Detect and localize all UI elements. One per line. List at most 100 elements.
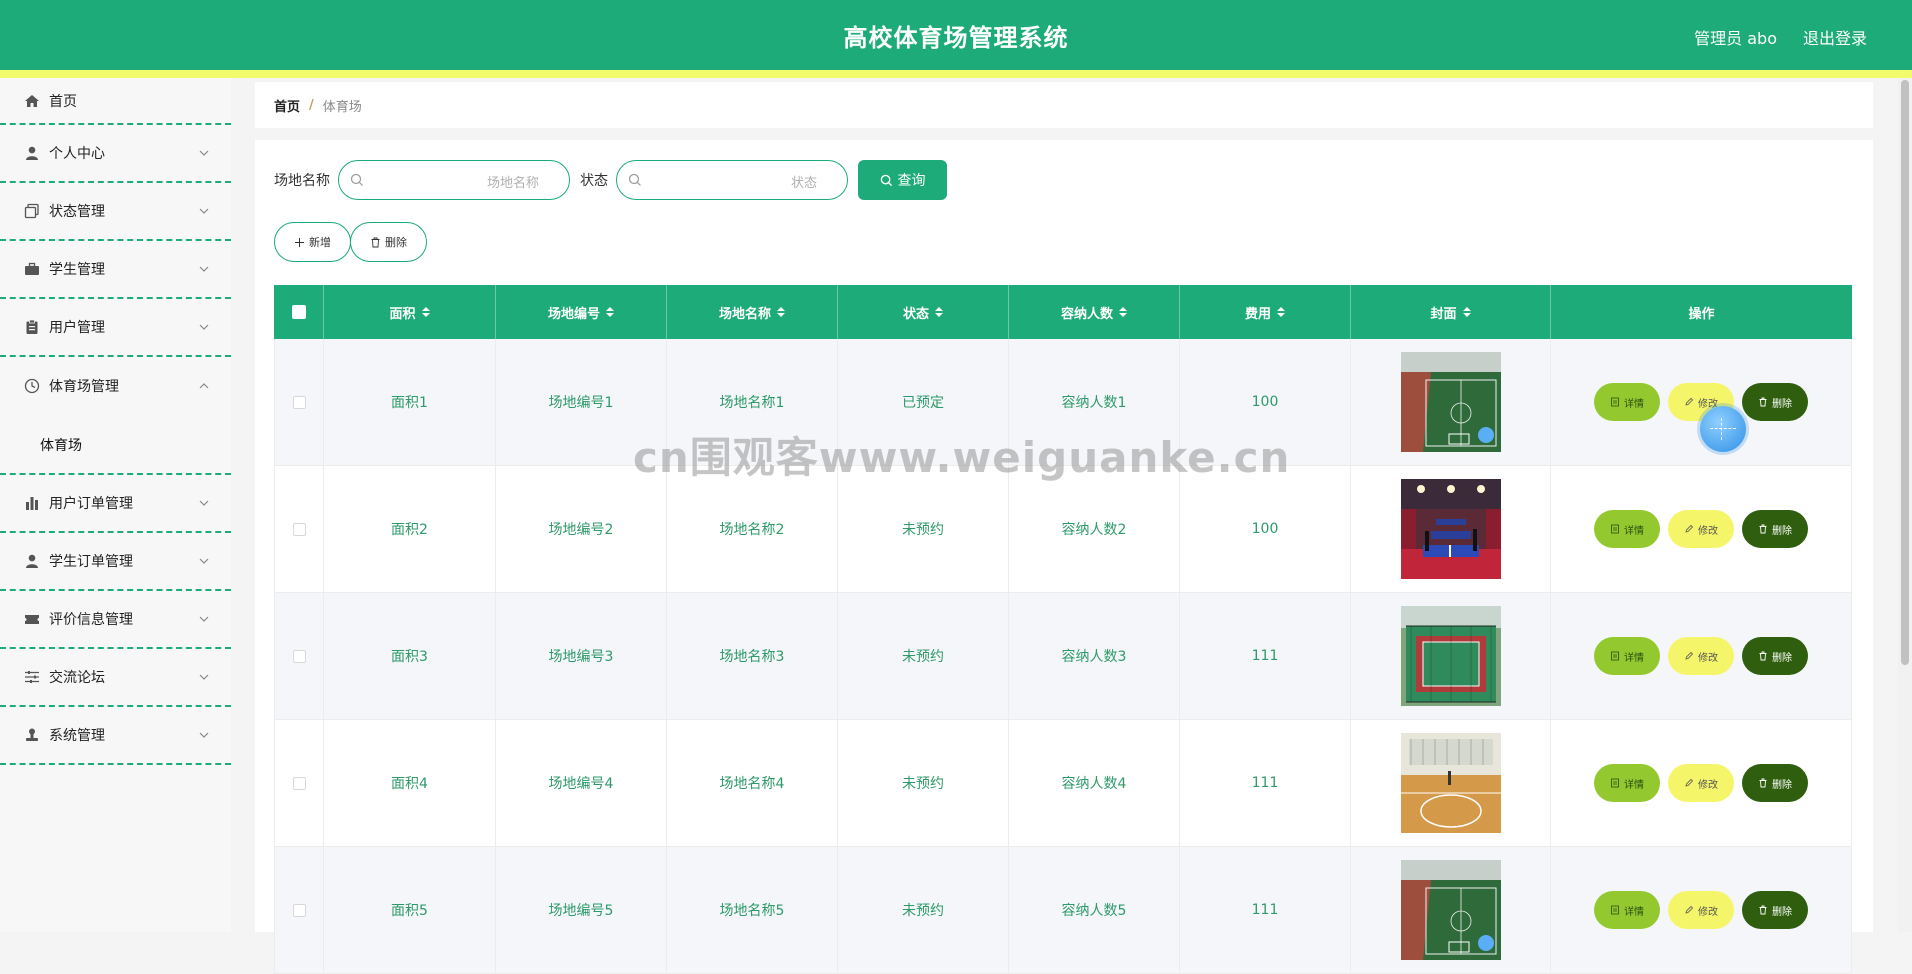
watermark: cn围观客www.weiguanke.cn bbox=[633, 433, 1291, 482]
sidebar-item-label: 评价信息管理 bbox=[49, 612, 133, 628]
cover-cell bbox=[1351, 593, 1551, 719]
sidebar-item-stadium-management[interactable]: 体育场管理 bbox=[0, 357, 231, 415]
sidebar-item-student-order-management[interactable]: 学生订单管理 bbox=[0, 533, 231, 591]
bar-chart-icon bbox=[24, 495, 40, 511]
header-area[interactable]: 面积 bbox=[324, 285, 496, 339]
table-row: 面积2 场地编号2 场地名称2 未预约 容纳人数2 100 详情 修改 删除 bbox=[274, 466, 1852, 593]
edit-button[interactable]: 修改 bbox=[1668, 891, 1734, 929]
cover-cell bbox=[1351, 339, 1551, 465]
venue-table: 面积 场地编号 场地名称 状态 容纳人数 费用 封面 操作 面积1 场地编号1 场地… bbox=[274, 285, 1852, 974]
scrollbar-thumb[interactable] bbox=[1901, 80, 1909, 665]
header-status[interactable]: 状态 bbox=[838, 285, 1009, 339]
venue-name-value: 场地名称3 bbox=[719, 649, 785, 665]
header-label: 操作 bbox=[1688, 306, 1715, 322]
header-fee[interactable]: 费用 bbox=[1180, 285, 1351, 339]
sidebar: 首页 个人中心 状态管理 学生管理 用户管理 体育场管理 体育场 用户订单管理 … bbox=[0, 78, 231, 932]
add-button[interactable]: 新增 bbox=[274, 222, 351, 262]
page-scrollbar[interactable] bbox=[1898, 78, 1912, 932]
sidebar-item-review-management[interactable]: 评价信息管理 bbox=[0, 591, 231, 649]
select-all-checkbox[interactable] bbox=[291, 305, 306, 319]
cover-image bbox=[1400, 860, 1501, 960]
breadcrumb-current: 体育场 bbox=[322, 99, 362, 115]
app-title: 高校体育场管理系统 bbox=[843, 24, 1069, 52]
sort-icon bbox=[606, 307, 614, 317]
delete-button-label: 删除 bbox=[1772, 525, 1792, 537]
operations-cell: 详情 修改 删除 bbox=[1551, 847, 1852, 973]
header-label: 状态 bbox=[902, 306, 929, 322]
floating-assistant-button[interactable] bbox=[1700, 406, 1746, 452]
area-value: 面积2 bbox=[391, 522, 428, 538]
area-cell: 面积2 bbox=[324, 466, 496, 592]
chevron-down-icon bbox=[199, 262, 209, 272]
venue-name-value: 场地名称4 bbox=[719, 776, 785, 792]
row-select-cell bbox=[274, 339, 324, 465]
venue-code-cell: 场地编号4 bbox=[496, 720, 667, 846]
chevron-down-icon bbox=[199, 320, 209, 330]
sidebar-item-label: 用户管理 bbox=[49, 320, 105, 336]
sort-icon bbox=[1462, 307, 1471, 317]
detail-button[interactable]: 详情 bbox=[1594, 510, 1660, 548]
sidebar-item-user-order-management[interactable]: 用户订单管理 bbox=[0, 475, 231, 533]
operations-cell: 详情 修改 删除 bbox=[1551, 339, 1852, 465]
detail-button[interactable]: 详情 bbox=[1594, 764, 1660, 802]
cover-image bbox=[1400, 733, 1501, 833]
row-actions: 详情 修改 删除 bbox=[1594, 764, 1808, 802]
delete-button-label: 删除 bbox=[1772, 779, 1792, 791]
logout-link[interactable]: 退出登录 bbox=[1803, 25, 1867, 49]
sidebar-item-label: 状态管理 bbox=[49, 204, 105, 220]
delete-button[interactable]: 删除 bbox=[1742, 510, 1808, 548]
sidebar-item-home[interactable]: 首页 bbox=[0, 78, 231, 125]
sidebar-item-student-management[interactable]: 学生管理 bbox=[0, 241, 231, 299]
row-checkbox[interactable] bbox=[292, 395, 306, 409]
breadcrumb-home[interactable]: 首页 bbox=[274, 96, 300, 115]
venue-name-input[interactable]: 场地名称 bbox=[338, 160, 570, 200]
area-cell: 面积5 bbox=[324, 847, 496, 973]
detail-button[interactable]: 详情 bbox=[1594, 891, 1660, 929]
row-checkbox[interactable] bbox=[292, 649, 306, 663]
edit-button[interactable]: 修改 bbox=[1668, 510, 1734, 548]
row-checkbox[interactable] bbox=[292, 903, 306, 917]
document-icon bbox=[1611, 397, 1619, 407]
plus-icon bbox=[295, 237, 304, 247]
search-icon bbox=[628, 173, 641, 186]
sidebar-item-label: 用户订单管理 bbox=[49, 496, 133, 512]
sidebar-subitem-stadium[interactable]: 体育场 bbox=[0, 415, 231, 475]
venue-name-label: 场地名称 bbox=[274, 173, 330, 189]
sidebar-item-system-management[interactable]: 系统管理 bbox=[0, 707, 231, 765]
sidebar-item-status-management[interactable]: 状态管理 bbox=[0, 183, 231, 241]
delete-button[interactable]: 删除 bbox=[1742, 891, 1808, 929]
stadium-submenu: 体育场 bbox=[0, 415, 231, 475]
toolbar: 新增 删除 bbox=[274, 222, 427, 262]
row-checkbox[interactable] bbox=[292, 776, 306, 790]
cover-image bbox=[1400, 352, 1501, 452]
edit-button-label: 修改 bbox=[1698, 779, 1718, 791]
sort-icon bbox=[935, 307, 943, 317]
header-capacity[interactable]: 容纳人数 bbox=[1009, 285, 1180, 339]
sidebar-item-forum[interactable]: 交流论坛 bbox=[0, 649, 231, 707]
status-value: 未预约 bbox=[902, 522, 944, 538]
delete-button[interactable]: 删除 bbox=[1742, 383, 1808, 421]
header-operations: 操作 bbox=[1551, 285, 1852, 339]
detail-button[interactable]: 详情 bbox=[1594, 383, 1660, 421]
delete-button[interactable]: 删除 bbox=[1742, 764, 1808, 802]
delete-button[interactable]: 删除 bbox=[1742, 637, 1808, 675]
status-input[interactable]: 状态 bbox=[616, 160, 848, 200]
pencil-icon bbox=[1685, 905, 1694, 914]
sidebar-item-personal-center[interactable]: 个人中心 bbox=[0, 125, 231, 183]
edit-button[interactable]: 修改 bbox=[1668, 764, 1734, 802]
trash-icon bbox=[1759, 778, 1767, 788]
header-venue-code[interactable]: 场地编号 bbox=[496, 285, 667, 339]
edit-button[interactable]: 修改 bbox=[1668, 637, 1734, 675]
batch-delete-button[interactable]: 删除 bbox=[350, 222, 427, 262]
table-row: 面积4 场地编号4 场地名称4 未预约 容纳人数4 111 详情 修改 删除 bbox=[274, 720, 1852, 847]
detail-button[interactable]: 详情 bbox=[1594, 637, 1660, 675]
sidebar-item-user-management[interactable]: 用户管理 bbox=[0, 299, 231, 357]
header-venue-name[interactable]: 场地名称 bbox=[667, 285, 838, 339]
chevron-down-icon bbox=[199, 728, 209, 738]
search-icon bbox=[350, 173, 363, 186]
header-cover[interactable]: 封面 bbox=[1351, 285, 1551, 339]
venue-name-value: 场地名称5 bbox=[719, 903, 785, 919]
row-checkbox[interactable] bbox=[292, 522, 306, 536]
query-button[interactable]: 查询 bbox=[858, 160, 947, 200]
fee-cell: 111 bbox=[1180, 847, 1351, 973]
